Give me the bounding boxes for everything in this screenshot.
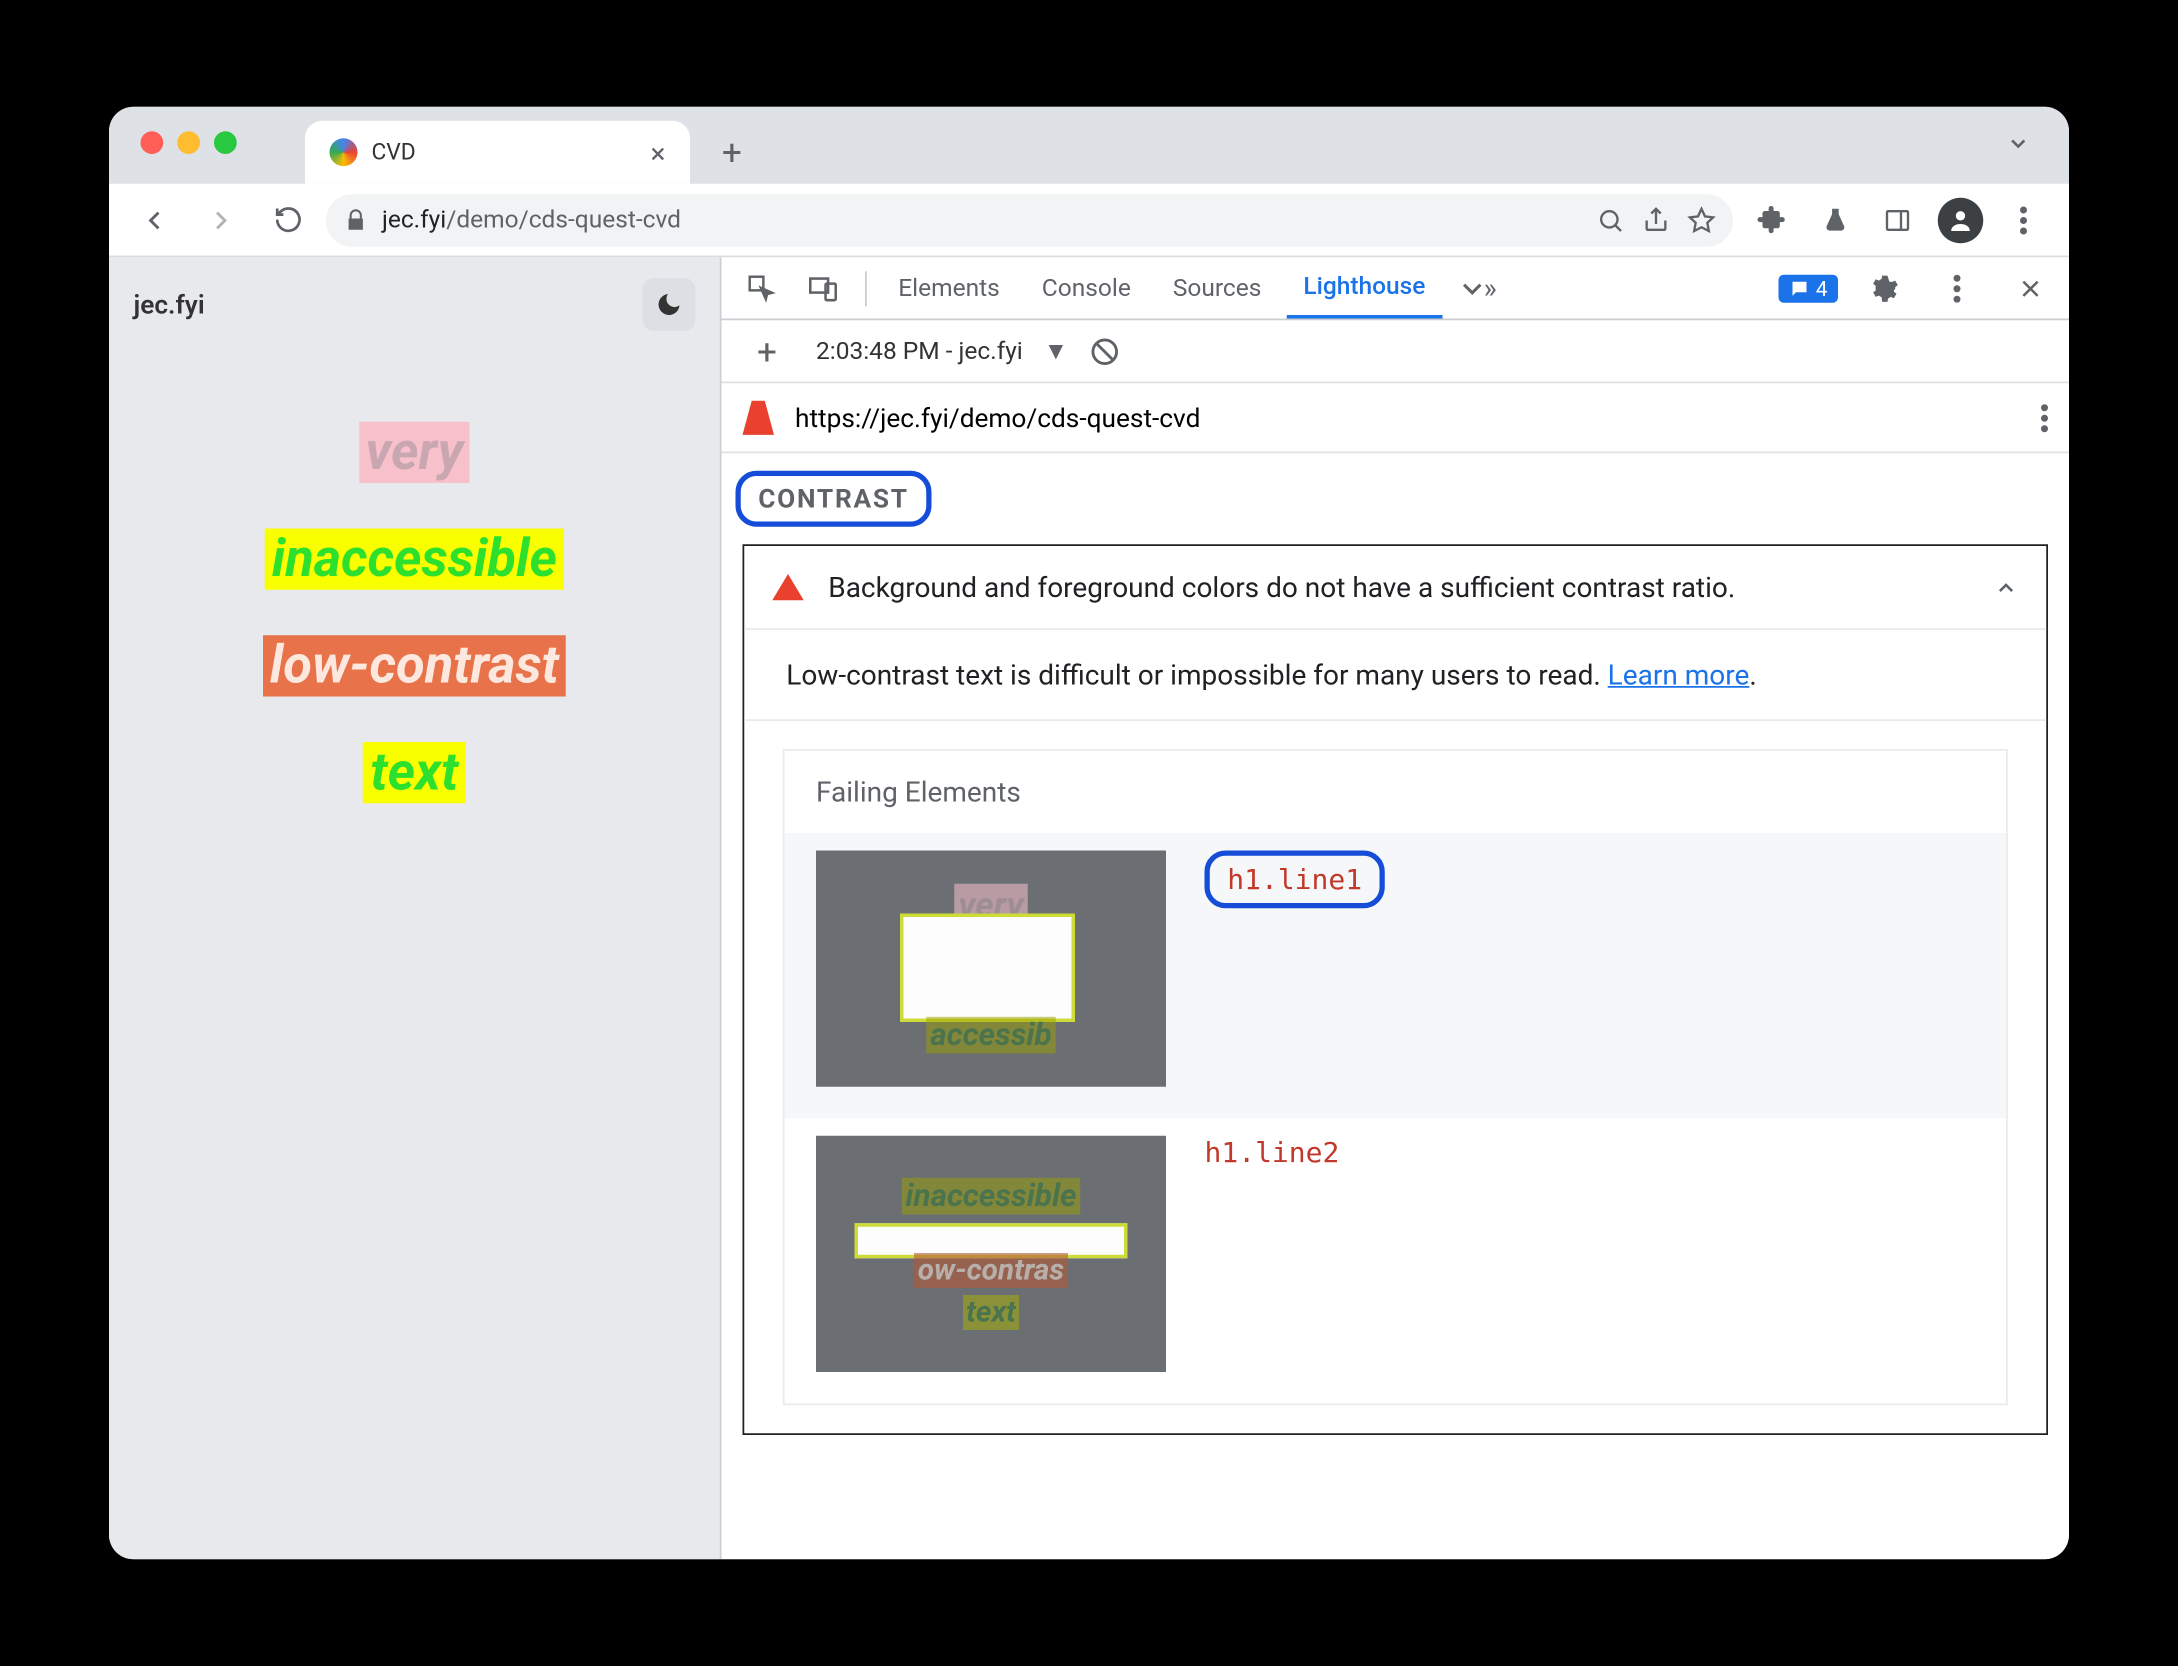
warning-icon: [772, 574, 804, 600]
labs-button[interactable]: [1807, 192, 1863, 248]
extensions-button[interactable]: [1744, 192, 1800, 248]
clear-report-button[interactable]: [1089, 335, 1121, 367]
demo-text-line3: low-contrast: [263, 635, 566, 696]
messages-badge[interactable]: 4: [1779, 274, 1838, 302]
settings-button[interactable]: [1856, 260, 1912, 316]
lighthouse-icon: [743, 400, 775, 435]
browser-window: CVD × + jec.fyi/demo/cds-quest-cvd: [109, 107, 2069, 1560]
report-menu-button[interactable]: [2041, 402, 2048, 434]
page-viewport: jec.fyi very inaccessible low-contrast t…: [109, 257, 722, 1559]
device-toolbar-button[interactable]: [795, 260, 851, 316]
search-icon[interactable]: [1597, 206, 1625, 234]
browser-tab[interactable]: CVD ×: [305, 121, 690, 184]
failing-elements-title: Failing Elements: [785, 751, 2007, 833]
lock-icon: [344, 207, 369, 232]
tab-elements[interactable]: Elements: [881, 257, 1018, 318]
forward-button[interactable]: [193, 192, 249, 248]
favicon-icon: [330, 138, 358, 166]
new-report-button[interactable]: +: [739, 323, 795, 379]
devtools-panel: Elements Console Sources Lighthouse » 4 …: [722, 257, 2070, 1559]
report-selector[interactable]: 2:03:48 PM - jec.fyi: [816, 337, 1023, 365]
element-selector[interactable]: h1.line2: [1205, 1136, 1340, 1169]
tab-console[interactable]: Console: [1024, 257, 1148, 318]
chat-icon: [1789, 277, 1810, 298]
failing-element-row[interactable]: very accessib h1.line1: [785, 833, 2007, 1118]
url-host: jec.fyi: [382, 206, 446, 234]
more-tabs-button[interactable]: »: [1450, 260, 1506, 316]
devtools-tabstrip: Elements Console Sources Lighthouse » 4: [722, 257, 2070, 320]
close-tab-button[interactable]: ×: [651, 136, 666, 169]
address-bar[interactable]: jec.fyi/demo/cds-quest-cvd: [326, 193, 1733, 246]
minimize-window-button[interactable]: [177, 131, 200, 154]
element-selector[interactable]: h1.line1: [1205, 851, 1385, 909]
gear-icon: [1868, 272, 1900, 304]
browser-toolbar: jec.fyi/demo/cds-quest-cvd: [109, 184, 2069, 258]
failing-elements-section: Failing Elements very accessib h1.line1 …: [783, 749, 2008, 1405]
site-title: jec.fyi: [134, 289, 205, 321]
moon-icon: [655, 291, 683, 319]
tabs-overflow-button[interactable]: [2006, 131, 2031, 156]
inspect-element-button[interactable]: [732, 260, 788, 316]
tab-title: CVD: [372, 139, 416, 165]
report-dropdown-icon[interactable]: ▼: [1044, 336, 1068, 366]
new-tab-button[interactable]: +: [704, 124, 760, 180]
lighthouse-toolbar: + 2:03:48 PM - jec.fyi ▼: [722, 320, 2070, 383]
devtools-menu-button[interactable]: [1929, 260, 1985, 316]
dark-mode-toggle[interactable]: [643, 278, 696, 331]
share-icon[interactable]: [1642, 206, 1670, 234]
element-thumbnail: inaccessible ow-contras text: [816, 1136, 1166, 1372]
sidepanel-button[interactable]: [1870, 192, 1926, 248]
audit-header[interactable]: Background and foreground colors do not …: [744, 546, 2046, 630]
audit-card: Background and foreground colors do not …: [743, 544, 2049, 1435]
close-devtools-button[interactable]: [2003, 260, 2059, 316]
tab-sources[interactable]: Sources: [1155, 257, 1279, 318]
demo-text-line2: inaccessible: [265, 529, 564, 590]
window-controls: [141, 131, 237, 154]
window-titlebar: CVD × +: [109, 107, 2069, 184]
close-window-button[interactable]: [141, 131, 164, 154]
tab-lighthouse[interactable]: Lighthouse: [1286, 257, 1443, 318]
audit-description: Low-contrast text is difficult or imposs…: [744, 630, 2046, 721]
url-path: /demo/cds-quest-cvd: [446, 206, 681, 234]
profile-button[interactable]: [1933, 192, 1989, 248]
back-button[interactable]: [127, 192, 183, 248]
demo-text-line1: very: [359, 422, 471, 483]
collapse-icon: [1994, 575, 2019, 600]
element-thumbnail: very accessib: [816, 851, 1166, 1087]
failing-element-row[interactable]: inaccessible ow-contras text h1.line2: [785, 1118, 2007, 1403]
learn-more-link[interactable]: Learn more: [1608, 658, 1750, 691]
audit-title: Background and foreground colors do not …: [828, 571, 1735, 604]
report-url-bar: https://jec.fyi/demo/cds-quest-cvd: [722, 383, 2070, 453]
reload-button[interactable]: [260, 192, 316, 248]
contrast-section-label: CONTRAST: [736, 471, 2070, 527]
menu-button[interactable]: [1996, 192, 2052, 248]
demo-text-line4: text: [363, 742, 465, 803]
star-icon[interactable]: [1688, 206, 1716, 234]
maximize-window-button[interactable]: [214, 131, 237, 154]
report-url: https://jec.fyi/demo/cds-quest-cvd: [795, 402, 1200, 434]
